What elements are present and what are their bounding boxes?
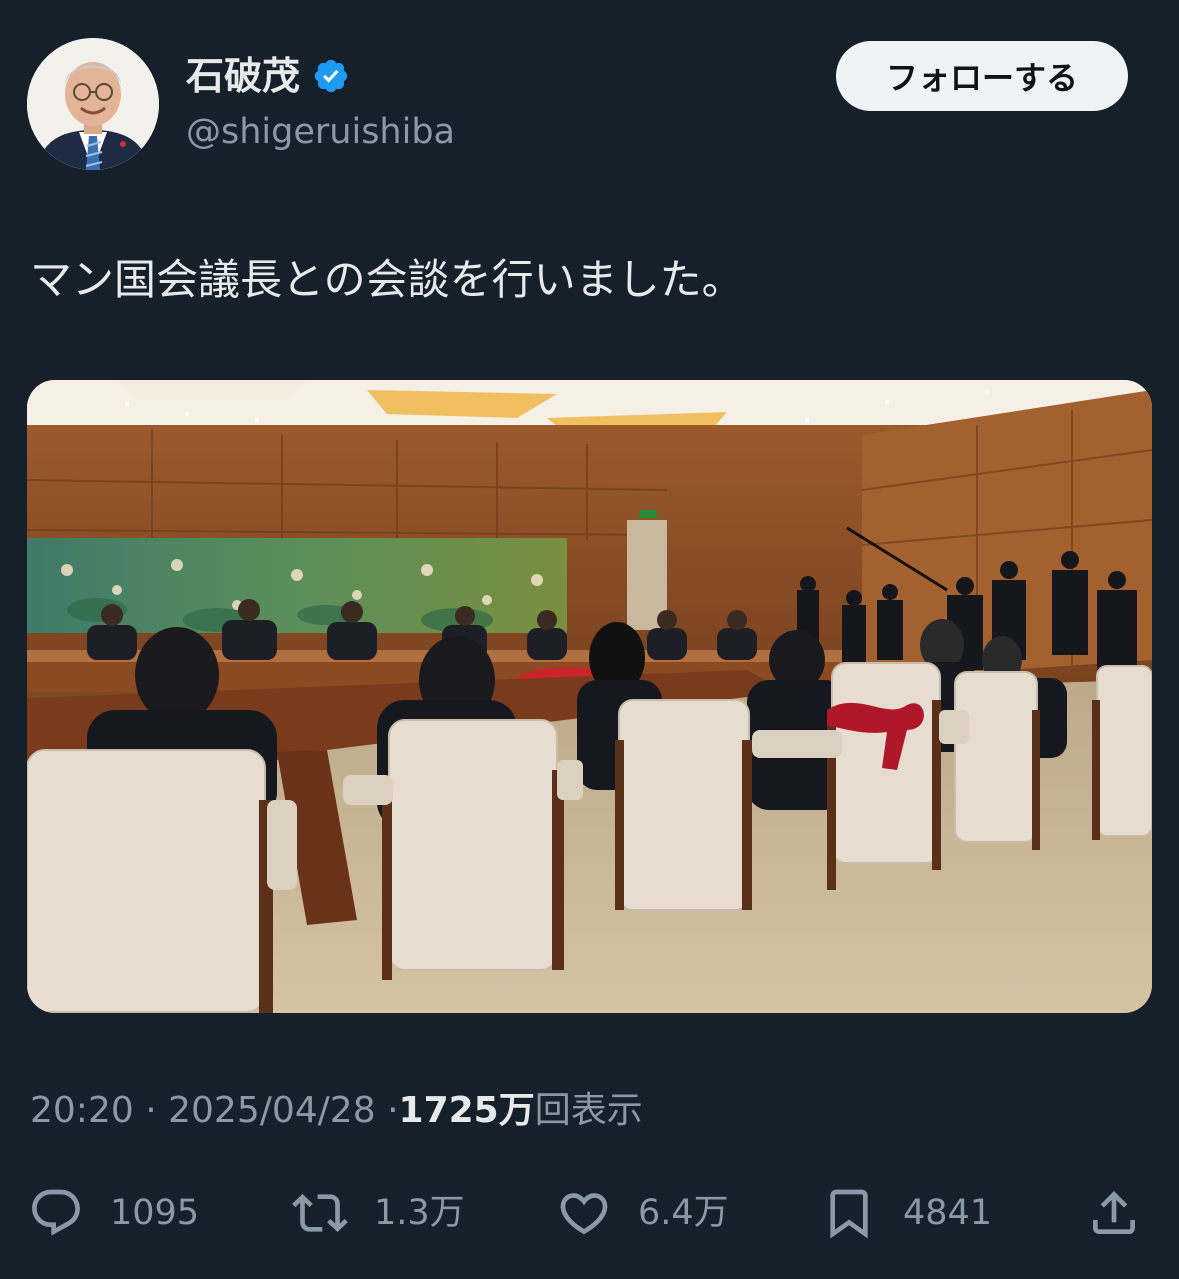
meta-separator: · [387, 1090, 399, 1131]
retweet-button[interactable]: 1.3万 [292, 1180, 465, 1246]
bookmark-icon [830, 1189, 868, 1239]
verified-badge-icon[interactable] [312, 57, 350, 95]
tweet-meta: 20:20 · 2025/04/28 ·1725万回表示 [30, 1088, 643, 1134]
share-button[interactable] [1086, 1185, 1142, 1241]
bookmark-button[interactable]: 4841 [821, 1180, 992, 1246]
tweet-date[interactable]: 2025/04/28 [168, 1090, 376, 1131]
photo-meeting-room [27, 380, 1152, 1013]
like-count: 6.4万 [638, 1193, 729, 1233]
retweet-icon [292, 1194, 348, 1232]
avatar[interactable] [27, 38, 159, 170]
like-button[interactable]: 6.4万 [556, 1180, 729, 1246]
tweet-time[interactable]: 20:20 [30, 1090, 134, 1131]
reply-icon [32, 1189, 80, 1236]
views-label: 回表示 [534, 1090, 643, 1131]
bookmark-count: 4841 [903, 1193, 993, 1233]
tweet-actions: 1095 1.3万 6.4万 4841 [0, 1180, 1179, 1246]
author-handle[interactable]: @shigeruishiba [186, 110, 455, 154]
retweet-count: 1.3万 [374, 1193, 465, 1233]
meta-separator: · [145, 1090, 157, 1131]
like-icon [560, 1193, 608, 1235]
tweet-photo[interactable] [27, 380, 1152, 1013]
views-count: 1725万 [398, 1090, 535, 1131]
reply-count: 1095 [110, 1193, 200, 1233]
reply-button[interactable]: 1095 [28, 1180, 199, 1246]
profile-photo [27, 38, 159, 170]
follow-button[interactable]: フォローする [836, 41, 1128, 111]
author-name[interactable]: 石破茂 [186, 52, 300, 100]
tweet-text: マン国会議長との会談を行いました。 [30, 255, 744, 304]
share-icon [1093, 1191, 1135, 1234]
author-name-row[interactable]: 石破茂 [186, 52, 350, 100]
